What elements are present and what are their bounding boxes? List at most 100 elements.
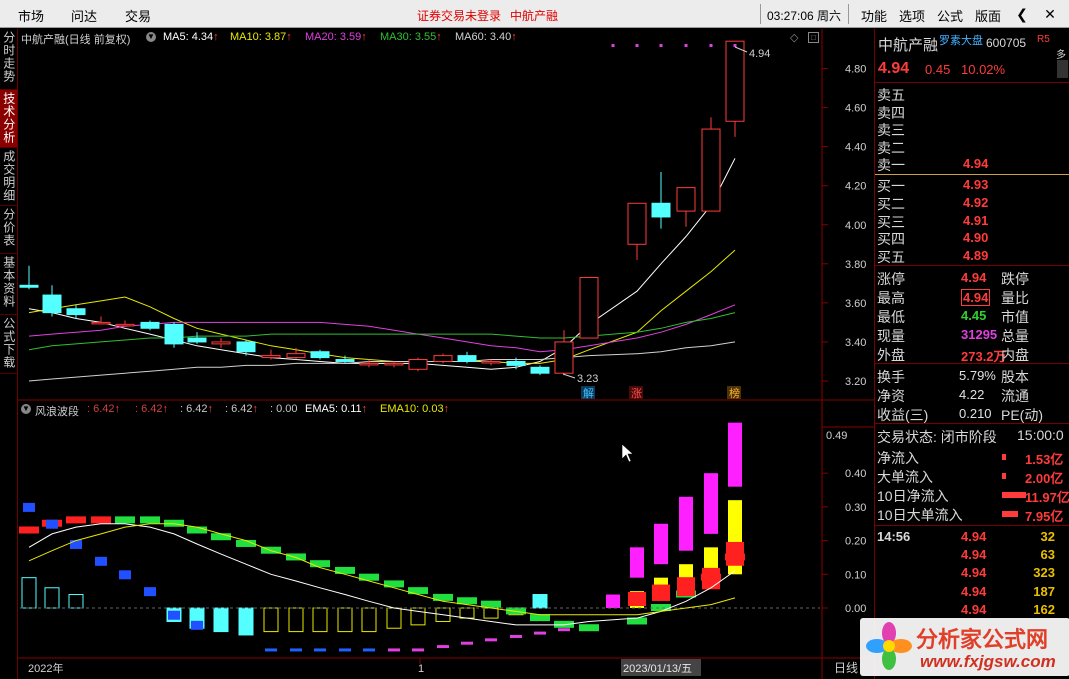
candle [286,347,306,360]
top-dot [659,44,663,47]
stat-right-label: 跌停 [1001,271,1029,287]
top-dot [709,44,713,47]
fin-right-label: 流通 [1001,388,1029,404]
trend-block [19,526,39,534]
top-dot [611,44,615,47]
marker-bang-label: 榜 [729,386,740,400]
bid-price: 4.90 [963,230,989,246]
low-label: 3.23 [577,373,598,385]
bid-price: 4.89 [963,248,989,264]
wave-bar [312,607,328,633]
red-block [726,541,744,566]
quote-price: 4.94 [878,60,910,77]
menu-layout[interactable]: 版面 [975,6,1001,25]
candle [91,316,111,325]
wave-bar [21,577,37,609]
bottom-dash [290,648,302,652]
stat-value: 4.94 [961,270,987,285]
indicator-tick-label: 0.30 [845,502,866,514]
candle [530,365,550,376]
trend-block [286,553,306,561]
indicator-tick-label: 0.40 [845,468,866,480]
flow-bar [1002,492,1026,498]
quote-change: 0.45 [925,62,951,77]
bottom-dash [412,648,424,652]
wave-bar [459,607,475,619]
trend-block [359,573,379,581]
quote-stock-name: 中航产融 [878,37,939,54]
price-axis: 4.80 4.60 4.40 4.20 4.00 3.80 3.60 3.40 3.20 [822,64,866,609]
ema5-line [28,523,736,626]
blue-block [46,519,58,529]
trend-block [164,519,184,527]
candle [433,353,453,364]
stat-value: 4.94 [961,289,991,306]
price-tick-label: 3.20 [845,376,866,388]
stat-right-label: 量比 [1001,290,1029,306]
tick-price: 4.94 [961,601,987,617]
trend-block [91,516,111,524]
high-label: 4.94 [749,48,770,60]
bottom-dash [265,648,277,652]
trade-status-time: 15:00:0 [1017,427,1064,443]
tick-volume: 162 [1033,601,1055,617]
tick-price: 4.94 [961,565,987,581]
flow-label: 大单流入 [877,469,933,485]
flow-value: 2.00亿 [1025,471,1064,486]
blue-block [168,610,180,620]
mouse-cursor-icon [621,443,634,463]
quote-index-tag[interactable]: 罗素大盘 [939,32,983,48]
wave-bar [68,594,84,609]
low-arrow [562,373,576,379]
wave-bar [44,587,60,609]
flow-value: 11.97亿 [1025,490,1069,505]
magenta-bar [728,422,742,487]
quote-scroll[interactable] [1057,60,1068,78]
period-mode[interactable]: 日线 [834,661,858,675]
red-block [677,577,695,597]
trend-block [310,560,330,568]
indicator-tick-label: 0.10 [845,569,866,581]
indicator-tick-label: 0.20 [845,536,866,548]
fin-label: 净资 [877,388,905,404]
tick-volume: 187 [1033,583,1055,599]
indicator-tick-label: 0.00 [845,603,866,615]
bid-price: 4.92 [963,194,989,210]
menu-options[interactable]: 选项 [899,6,925,25]
watermark-title: 分析家公式网 [916,627,1049,652]
magenta-bar [606,594,620,608]
ma-line [28,249,736,364]
candle [261,349,281,360]
bottom-dash [314,648,326,652]
ma-line [28,341,736,382]
stat-right-label: 市值 [1001,309,1029,325]
price-tick-label: 4.80 [845,64,866,76]
candlesticks [19,40,745,376]
price-tick-label: 4.20 [845,181,866,193]
bottom-dash [510,634,522,638]
ma-line [28,158,736,370]
candle [211,338,231,348]
candle [579,276,599,339]
quote-code: 600705 [986,36,1027,50]
stat-label: 最高 [877,290,905,306]
stat-value: 4.45 [961,308,987,323]
fin-right-label: PE(动) [1001,407,1043,423]
chart-canvas[interactable]: 4.80 4.60 4.40 4.20 4.00 3.80 3.60 3.40 3.20 0.4… [0,0,874,679]
menu-formula[interactable]: 公式 [937,6,963,25]
close-icon[interactable]: ✕ [1039,4,1061,24]
candle [164,322,184,348]
top-dots [611,44,737,47]
bid-price: 4.91 [963,212,989,228]
tick-price: 4.94 [961,583,987,599]
magenta-bar [654,523,668,565]
fin-value: 0.210 [959,406,992,421]
flow-bar [1002,511,1018,517]
wave-bar [263,607,279,633]
stat-label: 现量 [877,328,905,344]
wave-bar [361,607,377,633]
back-arrow-icon[interactable]: ❮ [1011,4,1033,24]
tick-time: 14:56 [877,529,911,544]
wave-bar [337,607,353,633]
candle [554,330,574,376]
